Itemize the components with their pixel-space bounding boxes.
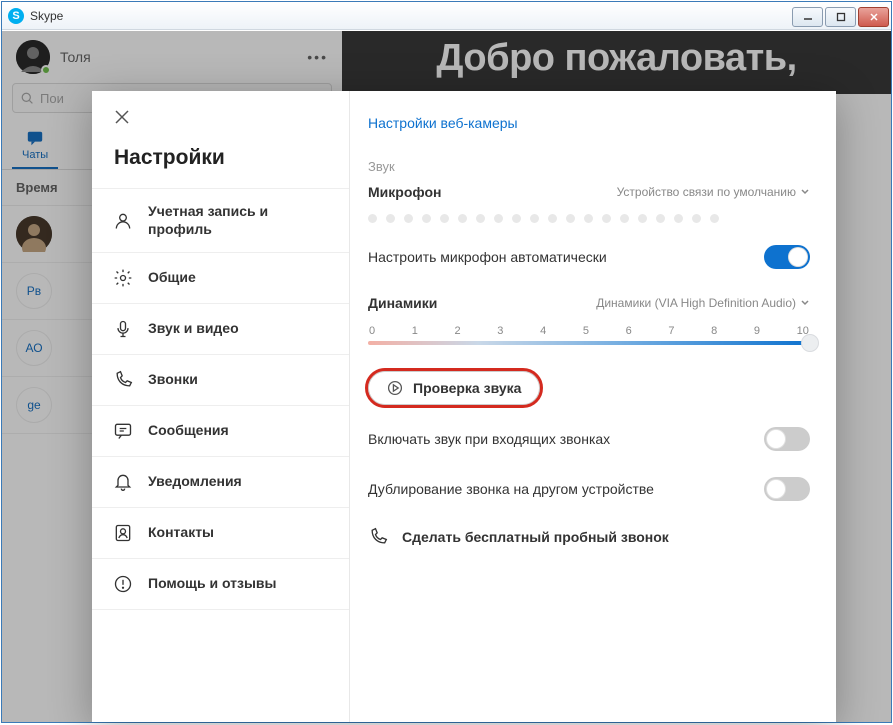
help-icon (112, 573, 134, 595)
ring-other-label: Дублирование звонка на другом устройстве (368, 481, 654, 497)
ring-other-toggle[interactable] (764, 477, 810, 501)
microphone-icon (112, 318, 134, 340)
slider-thumb[interactable] (801, 334, 819, 352)
test-call-button[interactable]: Сделать бесплатный пробный звонок (368, 527, 810, 547)
gear-icon (112, 267, 134, 289)
minimize-button[interactable] (792, 7, 823, 27)
settings-title: Настройки (92, 142, 349, 188)
speakers-label: Динамики (368, 295, 437, 311)
sidebar-item-notifications[interactable]: Уведомления (92, 456, 349, 507)
microphone-label: Микрофон (368, 184, 441, 200)
chevron-down-icon (800, 187, 810, 197)
app-window: S Skype Толя ••• Пои (1, 1, 892, 723)
slider-track[interactable] (368, 341, 810, 345)
person-icon (112, 210, 134, 232)
ring-other-row: Дублирование звонка на другом устройстве (368, 477, 810, 501)
auto-adjust-label: Настроить микрофон автоматически (368, 249, 607, 265)
play-icon (387, 380, 403, 396)
settings-panel: Настройки веб-камеры Звук Микрофон Устро… (350, 91, 836, 722)
settings-sidebar: Настройки Учетная запись и профиль Общие… (92, 91, 350, 722)
microphone-row: Микрофон Устройство связи по умолчанию (368, 184, 810, 200)
settings-close-button[interactable] (92, 91, 349, 142)
ring-incoming-label: Включать звук при входящих звонках (368, 431, 610, 447)
ring-incoming-row: Включать звук при входящих звонках (368, 427, 810, 451)
app-body: Толя ••• Пои Чаты Время (2, 31, 891, 722)
window-controls (792, 5, 891, 27)
webcam-settings-link[interactable]: Настройки веб-камеры (368, 115, 518, 131)
titlebar-text: Skype (30, 9, 792, 23)
auto-adjust-toggle[interactable] (764, 245, 810, 269)
sound-section-label: Звук (368, 159, 810, 174)
message-icon (112, 420, 134, 442)
speaker-volume-slider[interactable]: 0 1 2 3 4 5 6 7 8 9 10 (368, 325, 810, 345)
sidebar-item-help[interactable]: Помощь и отзывы (92, 558, 349, 610)
contacts-icon (112, 522, 134, 544)
phone-icon (368, 527, 388, 547)
microphone-device-dropdown[interactable]: Устройство связи по умолчанию (617, 185, 810, 199)
sidebar-item-general[interactable]: Общие (92, 252, 349, 303)
sidebar-item-messages[interactable]: Сообщения (92, 405, 349, 456)
chevron-down-icon (800, 298, 810, 308)
close-button[interactable] (858, 7, 889, 27)
microphone-level (368, 214, 810, 223)
ring-incoming-toggle[interactable] (764, 427, 810, 451)
phone-icon (112, 369, 134, 391)
bell-icon (112, 471, 134, 493)
titlebar: S Skype (2, 2, 891, 30)
settings-modal: Настройки Учетная запись и профиль Общие… (92, 91, 836, 722)
sidebar-item-audio-video[interactable]: Звук и видео (92, 303, 349, 354)
close-icon (114, 109, 130, 125)
sidebar-item-calls[interactable]: Звонки (92, 354, 349, 405)
speakers-row: Динамики Динамики (VIA High Definition A… (368, 295, 810, 311)
test-audio-button[interactable]: Проверка звука (368, 371, 540, 405)
skype-icon: S (8, 8, 24, 24)
auto-adjust-row: Настроить микрофон автоматически (368, 245, 810, 269)
sidebar-item-contacts[interactable]: Контакты (92, 507, 349, 558)
maximize-button[interactable] (825, 7, 856, 27)
slider-labels: 0 1 2 3 4 5 6 7 8 9 10 (368, 325, 810, 337)
sidebar-item-account[interactable]: Учетная запись и профиль (92, 188, 349, 252)
speakers-device-dropdown[interactable]: Динамики (VIA High Definition Audio) (596, 296, 810, 310)
